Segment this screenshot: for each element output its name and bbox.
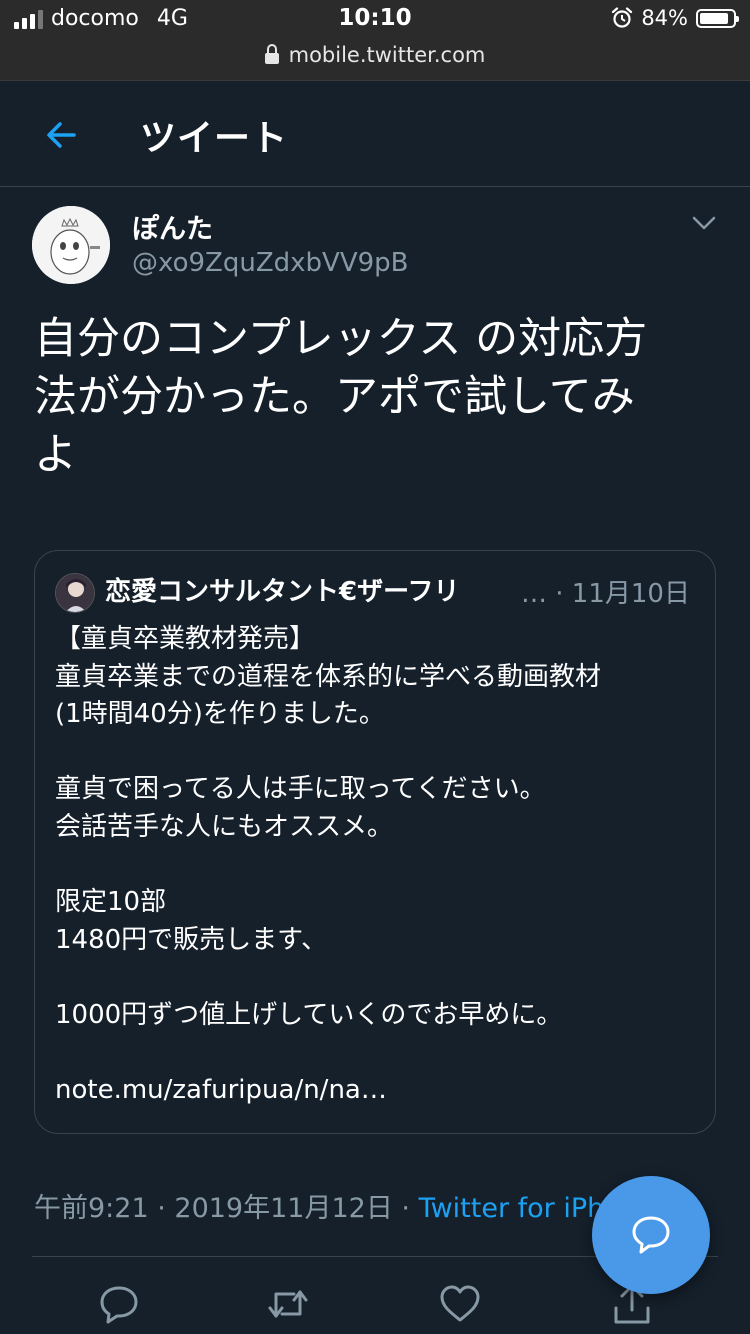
tweet-time: 午前9:21 [34,1193,149,1224]
battery-percent: 84% [641,6,688,30]
compose-icon [632,1216,670,1254]
tweet-date: 2019年11月12日 [174,1193,393,1224]
quoted-tweet-card[interactable]: 恋愛コンサルタント€ザーフリ … · 11月10日 【童貞卒業教材発売】 童貞卒… [34,550,716,1134]
author-name[interactable]: ぽんた [132,207,213,246]
tweet-source[interactable]: Twitter for iPh [419,1193,605,1224]
page-header: ツイート [0,81,750,187]
quoted-ellipsis: … [521,579,547,609]
meta-separator: · [148,1193,175,1224]
alarm-icon [612,7,633,28]
battery-icon [696,8,739,28]
like-icon[interactable] [438,1282,482,1326]
quoted-author-name: 恋愛コンサルタント€ザーフリ [105,577,460,607]
url-bar[interactable]: mobile.twitter.com [0,40,750,81]
status-bar: docomo 4G 10:10 84% [0,0,750,40]
avatar-illustration [32,206,110,284]
quoted-avatar-illustration [56,574,94,612]
quoted-date-text: · 11月10日 [547,579,690,609]
tweet-text: 自分のコンプレックス の対応方 法が分かった。アポで試してみ よ [34,314,648,480]
back-arrow-icon[interactable] [40,113,84,157]
reply-icon[interactable] [97,1282,141,1326]
quoted-avatar [55,573,95,613]
lock-icon [264,43,279,64]
retweet-icon[interactable] [266,1282,310,1326]
url-text: mobile.twitter.com [288,43,486,67]
compose-button[interactable] [592,1176,710,1294]
quoted-tweet-text: 【童貞卒業教材発売】 童貞卒業までの道程を体系的に学べる動画教材 (1時間40分… [55,624,602,1106]
page-title: ツイート [140,118,289,159]
tweet-meta: 午前9:21 · 2019年11月12日 · Twitter for iPh [34,1186,604,1225]
avatar[interactable] [32,206,110,284]
status-right: 84% [611,6,739,30]
chevron-down-icon[interactable] [688,207,720,239]
meta-separator: · [392,1193,419,1224]
quoted-date: … · 11月10日 [521,573,690,610]
author-handle[interactable]: @xo9ZquZdxbVV9pB [132,248,409,278]
